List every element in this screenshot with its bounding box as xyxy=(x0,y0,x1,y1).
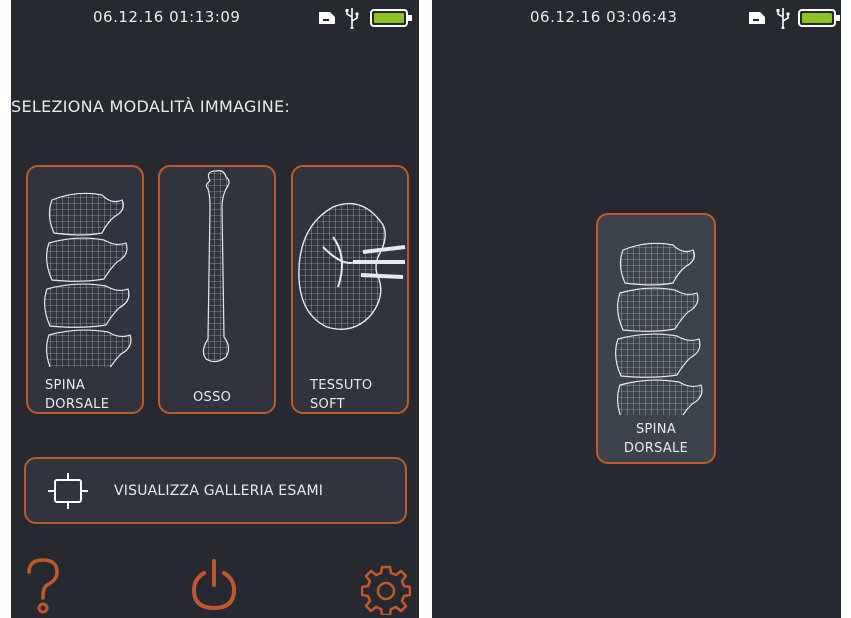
datetime: 06.12.16 01:13:09 xyxy=(93,8,241,26)
selected-mode-spine-button[interactable]: SPINA DORSALE xyxy=(596,213,716,464)
usb-icon xyxy=(776,8,790,29)
battery-icon xyxy=(370,9,412,27)
mode-bone-label: OSSO xyxy=(193,390,232,405)
selected-mode-label: SPINA DORSALE xyxy=(623,422,689,456)
bone-icon xyxy=(202,170,230,363)
power-icon[interactable] xyxy=(191,557,237,611)
view-exam-gallery-button[interactable]: VISUALIZZA GALLERIA ESAMI xyxy=(24,457,407,524)
mode-bone-button[interactable]: OSSO xyxy=(158,165,276,414)
status-bar: 06.12.16 01:13:09 xyxy=(11,8,419,32)
settings-icon[interactable] xyxy=(361,563,411,615)
spine-icon xyxy=(43,192,132,367)
gallery-frame-icon xyxy=(48,473,88,509)
sd-card-icon xyxy=(319,12,335,24)
mode-spine-button[interactable]: SPINA DORSALE xyxy=(26,165,144,414)
sd-card-icon xyxy=(749,12,765,24)
status-bar: 06.12.16 03:06:43 xyxy=(432,8,841,32)
spine-icon xyxy=(614,242,703,415)
mode-soft-tissue-button[interactable]: TESSUTO SOFT xyxy=(291,165,409,414)
usb-icon xyxy=(345,8,359,29)
main-menu-screen: 06.12.16 01:13:09 SELEZIONA MODALITÀ IMM… xyxy=(11,0,419,618)
help-icon[interactable] xyxy=(25,558,61,614)
datetime: 06.12.16 03:06:43 xyxy=(530,8,678,26)
mode-soft-tissue-label: TESSUTO SOFT xyxy=(310,378,373,412)
page-heading: SELEZIONA MODALITÀ IMMAGINE: xyxy=(11,97,291,116)
mode-selected-screen: 06.12.16 03:06:43 SPINA DORSALE xyxy=(432,0,841,618)
mode-spine-label: SPINA DORSALE xyxy=(45,378,110,412)
kidney-icon xyxy=(298,202,406,330)
view-exam-gallery-label: VISUALIZZA GALLERIA ESAMI xyxy=(114,483,324,499)
battery-icon xyxy=(798,9,840,27)
